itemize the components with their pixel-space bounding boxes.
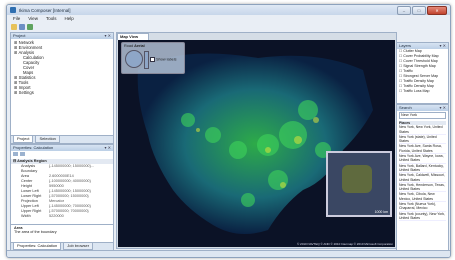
tab-properties[interactable]: Properties: Calculation [13,243,62,250]
layer-list: ☐ Clutter Map ☐ Cover Probability Map ☐ Co… [397,49,448,94]
map-canvas[interactable]: Road Aerial Show labels 1000 km © 2010 N… [118,40,395,247]
project-header-label: Project [13,33,26,38]
property-key: Width [21,214,31,218]
search-input[interactable]: New York [399,112,446,119]
properties-toolbar [11,151,113,159]
search-result-item[interactable]: New York (state), United States [399,135,446,145]
maximize-button[interactable]: □ [412,6,426,15]
tab-selection[interactable]: Selection [35,136,60,143]
open-icon[interactable] [11,23,17,30]
search-result-item[interactable]: New York, Henderson, Texas, United State… [399,183,446,193]
search-result-item[interactable]: New York (county), New York, United Stat… [399,212,446,222]
new-icon[interactable] [27,23,33,30]
map-control: Road Aerial Show labels [121,42,185,74]
project-tabs: Project Selection [11,135,113,143]
search-result-item[interactable]: New York, Caldwell, Missouri, United Sta… [399,173,446,183]
project-header: Project ▾ ✕ [11,33,113,39]
layer-item[interactable]: ☐ Traffic Loss Map [399,89,448,94]
search-result-item[interactable]: New York Ave, Wayne, Iowa, United States [399,154,446,164]
toolbar [7,22,450,31]
properties-header: Properties: Calculation ▾ ✕ [11,145,113,151]
zoom-slider[interactable] [144,51,149,69]
tab-project[interactable]: Project [13,136,34,143]
search-results: Places New York, New York, United States N… [397,120,448,222]
panel-controls[interactable]: ▾ ✕ [440,105,446,111]
search-result-item[interactable]: New York Ave, Santa Rosa, Florida, Unite… [399,144,446,155]
property-key: Analysis Boundary [21,164,38,173]
panel-controls[interactable]: ▾ ✕ [105,145,111,151]
menu-tools[interactable]: Tools [46,16,57,21]
property-row[interactable]: Width 5220000 [11,214,113,219]
search-header-label: Search [399,105,412,110]
minimap-scale: 1000 km [374,210,388,214]
show-labels-label: Show labels [156,57,177,62]
menu-file[interactable]: File [13,16,20,21]
search-header: Search ▾ ✕ [397,105,448,111]
search-panel: Search ▾ ✕ New York Places New York, New … [396,104,449,251]
categorized-icon[interactable] [13,152,18,156]
minimap[interactable]: 1000 km [326,151,392,217]
minimize-button[interactable]: – [397,6,411,15]
menu-view[interactable]: View [28,16,38,21]
property-value: {-145000000; 15000000}... [49,164,94,168]
search-result-item[interactable]: New York, New York, United States [399,125,446,135]
layers-panel: Layers ▾ ✕ ☐ Clutter Map ☐ Cover Probabil… [396,42,449,104]
tree-item[interactable]: ⊞ Settings [14,90,110,95]
title-bar: Ikima Composer [Internal] – □ ✕ [7,5,450,15]
property-description: Area The area of the boundary [11,224,113,235]
alphabetical-icon[interactable] [20,152,25,156]
properties-header-label: Properties: Calculation [13,145,54,150]
panel-controls[interactable]: ▾ ✕ [105,33,111,39]
window-title: Ikima Composer [Internal] [19,7,71,13]
menu-help[interactable]: Help [64,16,73,21]
app-icon [10,7,16,13]
map-copyright: © 2010 NAVTEQ © AND © 2010 Intermap © 20… [297,242,393,246]
properties-panel: Properties: Calculation ▾ ✕ ⊟ Analysis R… [10,144,114,251]
layers-header: Layers ▾ ✕ [397,43,448,49]
panel-controls[interactable]: ▾ ✕ [440,43,446,49]
property-grid: ⊟ Analysis Region Analysis Boundary {-1450… [11,159,113,219]
property-value: 5220000 [49,214,64,218]
properties-tabs: Properties: Calculation Job browser [11,242,113,250]
tab-job-browser[interactable]: Job browser [63,243,94,250]
menu-bar: File View Tools Help [7,15,450,22]
app-window: Ikima Composer [Internal] – □ ✕ File Vie… [6,4,451,258]
search-result-item[interactable]: New York, Ballard, Kentucky, United Stat… [399,164,446,174]
aerial-label: Aerial [134,44,145,48]
map-style-selector[interactable]: Road Aerial [124,44,145,48]
map-view-panel: Map View Road Aerial Show labels 1000 km… [116,32,397,249]
show-labels-checkbox[interactable]: Show labels [150,57,177,62]
search-result-item[interactable]: New York, Cibola, New Mexico, United Sta… [399,192,446,203]
status-bar [7,250,450,257]
project-tree: ⊞ Network ⊞ Environment ⊞ Analysis Calculat… [11,39,113,96]
close-button[interactable]: ✕ [427,6,447,15]
layers-header-label: Layers [399,43,412,48]
project-panel: Project ▾ ✕ ⊞ Network ⊞ Environment ⊞ Anal… [10,32,114,144]
property-row[interactable]: Analysis Boundary {-145000000; 15000000}.… [11,164,113,174]
pan-control[interactable] [125,50,143,68]
search-result-item[interactable]: New York (Nueva York), Chaparral, Mexico [399,202,446,212]
desc-text: The area of the boundary [14,230,57,234]
minimap-land [342,165,372,193]
save-icon[interactable] [19,23,25,30]
tab-map-view[interactable]: Map View [117,33,149,40]
